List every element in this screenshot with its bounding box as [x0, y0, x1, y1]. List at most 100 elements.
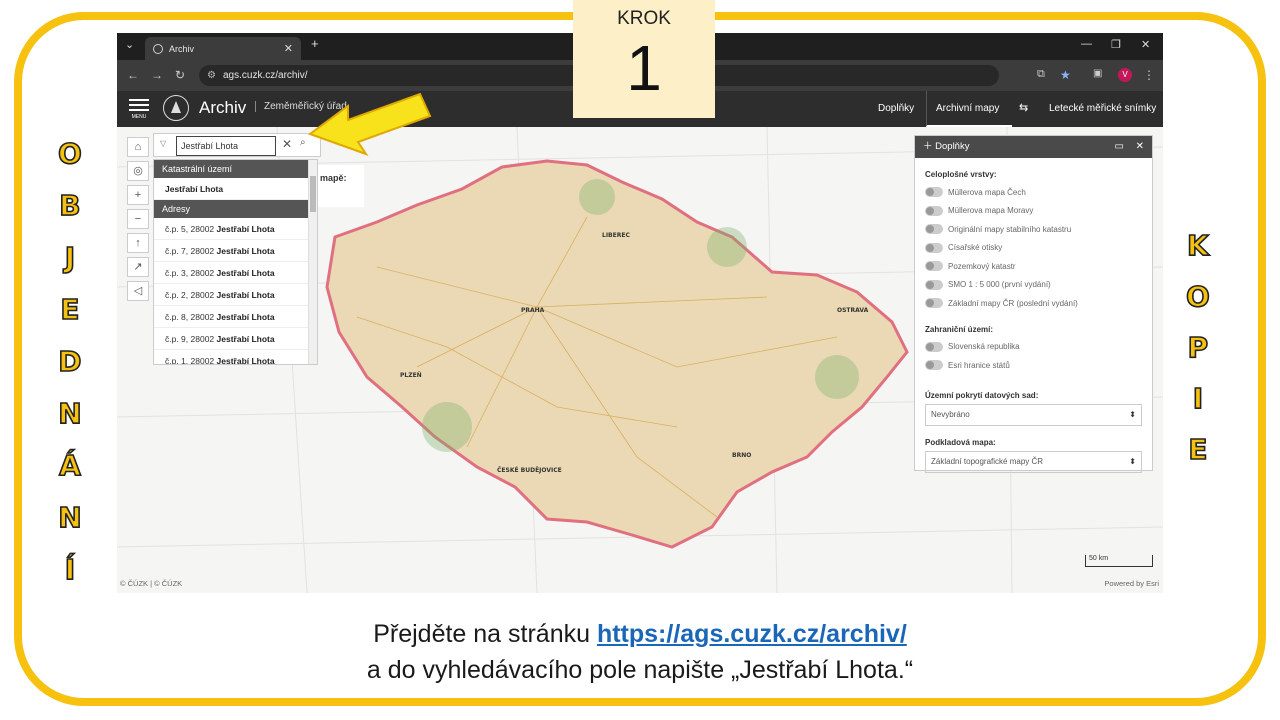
- addons-panel-header: ＋ Doplňky ▭ ✕: [915, 136, 1152, 158]
- layer-toggle-row[interactable]: SMO 1 : 5 000 (první vydání): [915, 276, 1152, 295]
- suggestion-prefix: č.p. 8, 28002: [165, 312, 217, 322]
- announce-icon[interactable]: ◁: [127, 281, 149, 301]
- nav-archive-maps[interactable]: Archivní mapy: [936, 103, 999, 114]
- toggle-switch[interactable]: [925, 224, 943, 235]
- tab-title: Archiv: [169, 43, 195, 54]
- map-label-ostrava: OSTRAVA: [837, 307, 869, 314]
- instruction-caption: Přejděte na stránku https://ags.cuzk.cz/…: [0, 616, 1280, 688]
- hidden-panel-text: mapě:: [318, 165, 364, 207]
- search-icon[interactable]: ⌕: [300, 137, 306, 148]
- close-panel-icon[interactable]: ✕: [1136, 136, 1144, 158]
- toggle-switch[interactable]: [925, 360, 943, 371]
- toggle-switch[interactable]: [925, 279, 943, 290]
- search-source-caret-icon[interactable]: ▽: [160, 139, 166, 148]
- nav-addons[interactable]: Doplňky: [878, 103, 914, 114]
- suggestion-item[interactable]: č.p. 8, 28002 Jestřabí Lhota: [154, 306, 317, 328]
- layer-toggle-row[interactable]: Originální mapy stabilního katastru: [915, 220, 1152, 239]
- map-view[interactable]: PRAHA PLZEŇ BRNO LIBEREC ČESKÉ BUDĚJOVIC…: [117, 127, 1163, 593]
- layer-toggle-row[interactable]: Müllerova mapa Čech: [915, 183, 1152, 202]
- suggestion-prefix: č.p. 7, 28002: [165, 246, 217, 256]
- search-suggestions: Katastrální území Jestřabí Lhota Adresy č.p…: [153, 159, 318, 365]
- install-app-icon[interactable]: ⧉: [1037, 68, 1045, 81]
- map-label-praha: PRAHA: [521, 307, 545, 314]
- right-word-letter: K: [1186, 229, 1209, 262]
- nav-aerial[interactable]: Letecké měřické snímky: [1049, 103, 1156, 114]
- swap-icon[interactable]: ⇆: [1019, 101, 1028, 114]
- layer-label: Základní mapy ČR (poslední vydání): [948, 298, 1078, 308]
- layer-toggle-row[interactable]: Císařské otisky: [915, 239, 1152, 258]
- profile-avatar[interactable]: V: [1118, 68, 1132, 82]
- caption-prefix: Přejděte na stránku: [373, 620, 597, 648]
- sidepanel-icon[interactable]: ▣: [1093, 68, 1102, 79]
- home-icon[interactable]: ⌂: [127, 137, 149, 157]
- toggle-switch[interactable]: [925, 242, 943, 253]
- map-attribution: © ČÚZK | © ČÚZK: [120, 579, 183, 588]
- section-heading: Celoplošné vrstvy:: [925, 170, 997, 179]
- coverage-select[interactable]: Nevybráno ⬍: [925, 403, 1142, 426]
- reload-icon[interactable]: ↻: [175, 68, 185, 82]
- locate-icon[interactable]: ◎: [127, 161, 149, 181]
- close-tab-icon[interactable]: ✕: [284, 42, 293, 55]
- suggestion-item[interactable]: Jestřabí Lhota: [154, 178, 317, 200]
- suggestion-prefix: č.p. 2, 28002: [165, 290, 217, 300]
- site-info-icon[interactable]: ⚙: [207, 65, 216, 86]
- archive-url-link[interactable]: https://ags.cuzk.cz/archiv/: [597, 620, 907, 648]
- right-word-letter: O: [1185, 280, 1210, 313]
- clear-search-icon[interactable]: ✕: [282, 137, 292, 151]
- external-link-icon[interactable]: ↗: [127, 257, 149, 277]
- close-window-icon[interactable]: ✕: [1141, 38, 1150, 51]
- zoom-out-icon[interactable]: −: [127, 209, 149, 229]
- toggle-switch[interactable]: [925, 187, 943, 198]
- right-word-letter: E: [1188, 433, 1209, 466]
- suggestion-name: Jestřabí Lhota: [216, 246, 275, 256]
- suggestion-prefix: č.p. 1, 28002: [165, 356, 217, 365]
- new-tab-icon[interactable]: +: [311, 36, 319, 51]
- section-heading: Podkladová mapa:: [925, 437, 996, 447]
- left-word-letter: O: [57, 137, 82, 170]
- suggestions-scrollbar[interactable]: [308, 160, 317, 364]
- left-word-letter: Í: [64, 553, 76, 586]
- search-input[interactable]: [176, 136, 276, 156]
- layer-toggle-row[interactable]: Slovenská republika: [915, 338, 1152, 357]
- suggestion-name: Jestřabí Lhota: [165, 184, 224, 194]
- suggestion-item[interactable]: č.p. 1, 28002 Jestřabí Lhota: [154, 350, 317, 365]
- layer-toggle-row[interactable]: Pozemkový katastr: [915, 257, 1152, 276]
- suggestion-name: Jestřabí Lhota: [216, 356, 275, 365]
- pointer-arrow-icon: [308, 92, 432, 156]
- suggestion-item[interactable]: č.p. 5, 28002 Jestřabí Lhota: [154, 218, 317, 240]
- bookmark-star-icon[interactable]: ★: [1060, 68, 1071, 82]
- layer-toggle-row[interactable]: Müllerova mapa Moravy: [915, 202, 1152, 221]
- kebab-menu-icon[interactable]: ⋮: [1143, 68, 1155, 82]
- globe-icon: [153, 43, 163, 54]
- left-word-letter: D: [57, 345, 82, 378]
- layer-toggle-row[interactable]: Esri hranice států: [915, 356, 1152, 375]
- toggle-switch[interactable]: [925, 298, 943, 309]
- suggestion-item[interactable]: č.p. 7, 28002 Jestřabí Lhota: [154, 240, 317, 262]
- back-icon[interactable]: ←: [127, 68, 139, 82]
- north-arrow-icon[interactable]: ↑: [127, 233, 149, 253]
- toggle-switch[interactable]: [925, 205, 943, 216]
- layer-toggle-row[interactable]: Základní mapy ČR (poslední vydání): [915, 294, 1152, 313]
- suggestion-prefix: č.p. 5, 28002: [165, 224, 217, 234]
- suggestion-item[interactable]: č.p. 3, 28002 Jestřabí Lhota: [154, 262, 317, 284]
- zoom-in-icon[interactable]: +: [127, 185, 149, 205]
- restore-icon[interactable]: ❐: [1111, 38, 1121, 51]
- select-arrows-icon: ⬍: [1129, 456, 1136, 466]
- browser-tab[interactable]: Archiv ✕: [145, 37, 301, 60]
- search-widget: ▽ ✕ ⌕: [153, 133, 321, 157]
- suggestion-item[interactable]: č.p. 9, 28002 Jestřabí Lhota: [154, 328, 317, 350]
- basemap-select[interactable]: Základní topografické mapy ČR ⬍: [925, 450, 1142, 473]
- suggestion-name: Jestřabí Lhota: [216, 334, 275, 344]
- toggle-switch[interactable]: [925, 341, 943, 352]
- suggestion-item[interactable]: č.p. 2, 28002 Jestřabí Lhota: [154, 284, 317, 306]
- forward-icon[interactable]: →: [151, 68, 163, 82]
- left-word-letter: B: [58, 189, 81, 222]
- minimize-icon[interactable]: —: [1081, 38, 1092, 50]
- menu-button[interactable]: MENU: [129, 99, 149, 123]
- toggle-switch[interactable]: [925, 261, 943, 272]
- layer-label: Pozemkový katastr: [948, 261, 1016, 271]
- maximize-icon[interactable]: ▭: [1115, 136, 1124, 158]
- foreign-list: Slovenská republika Esri hranice států: [915, 338, 1152, 375]
- app-title: Archiv: [199, 98, 247, 117]
- tab-search-icon[interactable]: ⌄: [125, 38, 134, 51]
